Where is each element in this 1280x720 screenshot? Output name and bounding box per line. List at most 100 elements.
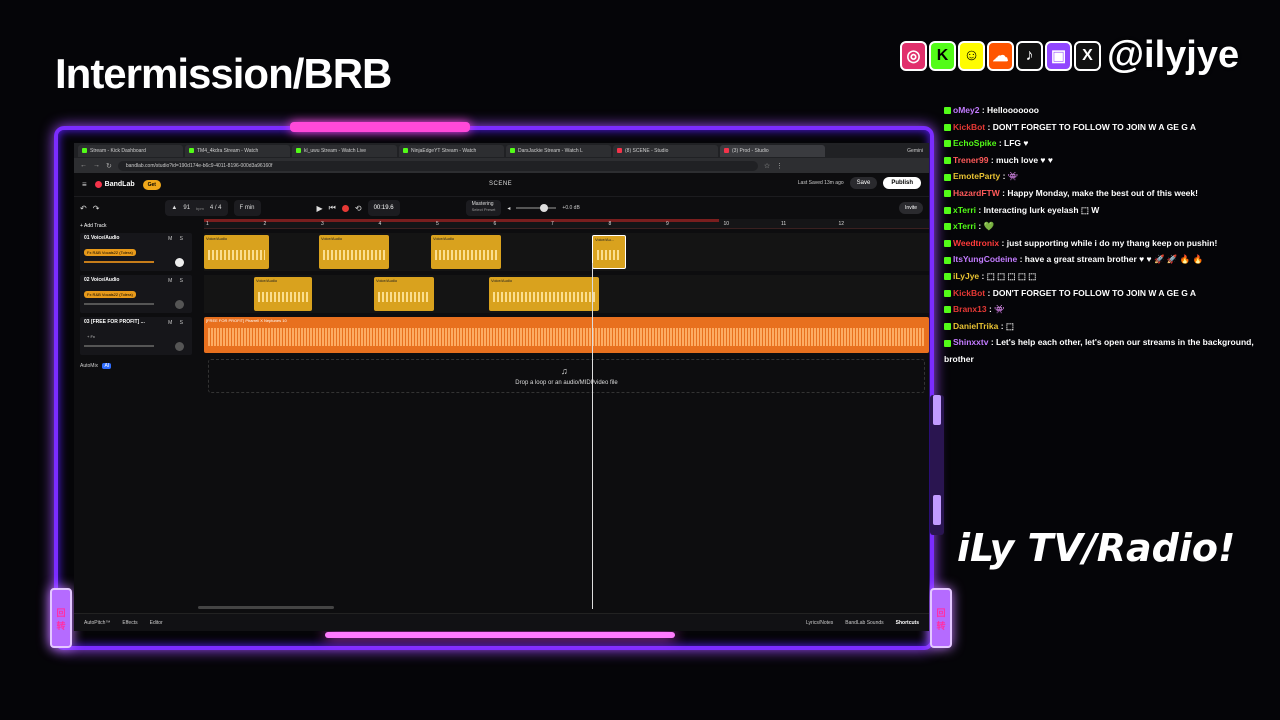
chat-message: oMey2 : Hellooooooo — [944, 102, 1274, 119]
get-membership-button[interactable]: Get — [142, 179, 161, 190]
audio-clip[interactable]: Voice/Audio — [254, 277, 312, 311]
add-track-button[interactable]: + Add Track — [80, 223, 107, 229]
track-fx-badge[interactable]: Fx R&B Vocals22 (Tolera) — [84, 249, 136, 256]
mute-solo-buttons[interactable]: M S — [168, 278, 186, 284]
ruler-tick: 1 — [206, 221, 209, 227]
audio-clip-selected[interactable]: Voice/Au... — [592, 235, 626, 269]
chat-username[interactable]: xTerri — [953, 205, 976, 215]
chat-username[interactable]: Trener99 — [953, 155, 988, 165]
chat-username[interactable]: Weedtronix — [953, 238, 999, 248]
speaker-icon[interactable]: ◂ — [507, 205, 510, 212]
chat-username[interactable]: KickBot — [953, 122, 985, 132]
track-volume-slider[interactable] — [84, 345, 154, 347]
chat-message: iLyJye : ⬚ ⬚ ⬚ ⬚ ⬚ — [944, 268, 1274, 285]
chat-username[interactable]: Shinxxtv — [953, 337, 988, 347]
track-pan-knob[interactable] — [175, 342, 184, 351]
chat-username[interactable]: iLyJye — [953, 271, 979, 281]
lyrics-notes-button[interactable]: Lyrics/Notes — [806, 620, 833, 626]
gemini-button[interactable]: Gemini — [907, 148, 923, 154]
chat-username[interactable]: HazardFTW — [953, 188, 1000, 198]
horizontal-scrollbar[interactable] — [198, 606, 334, 609]
ruler-tick: 4 — [378, 221, 382, 227]
track-lane-1[interactable]: Voice/Audio Voice/Audio Voice/Audio Voic… — [204, 233, 929, 271]
track-lane-2[interactable]: Voice/Audio Voice/Audio Voice/Audio — [204, 275, 929, 313]
reload-icon[interactable]: ↻ — [106, 162, 112, 170]
loop-icon[interactable]: ⟲ — [355, 204, 362, 213]
mute-solo-buttons[interactable]: M S — [168, 320, 186, 326]
forward-icon[interactable]: → — [93, 162, 100, 169]
bandlab-logo[interactable]: BandLab — [94, 181, 135, 188]
shortcuts-button[interactable]: Shortcuts — [896, 620, 919, 626]
timeline-ruler[interactable]: 1 2 3 4 5 6 7 8 9 10 11 12 — [204, 219, 929, 229]
chat-username[interactable]: oMey2 — [953, 105, 979, 115]
browser-tab[interactable]: kl_uwu Stream - Watch Live — [292, 144, 397, 157]
mastering-select[interactable]: Mastering Select Preset — [465, 200, 502, 216]
audio-clip[interactable]: Voice/Audio — [374, 277, 434, 311]
track-volume-slider[interactable] — [84, 261, 154, 263]
save-button[interactable]: Save — [849, 177, 878, 189]
track-header-3[interactable]: 03 [FREE FOR PROFIT] ... + Fx M S — [80, 317, 192, 355]
master-volume-knob[interactable] — [540, 204, 549, 212]
browser-tab[interactable]: (8) SCENE - Studio — [613, 144, 718, 157]
track-lane-3[interactable]: [FREE FOR PROFIT] Pharrell X Neptunes 10 — [204, 317, 929, 353]
track-header-2[interactable]: 02 Voice/Audio Fx R&B Vocals22 (Tolera) … — [80, 275, 192, 313]
rewind-icon[interactable]: ⏮ — [329, 203, 336, 213]
mute-solo-buttons[interactable]: M S — [168, 236, 186, 242]
chat-username[interactable]: xTerri — [953, 221, 976, 231]
audio-clip[interactable]: Voice/Audio — [431, 235, 501, 269]
project-name[interactable]: SCENE — [489, 181, 512, 187]
menu-icon[interactable]: ⋮ — [776, 162, 783, 170]
tempo-value[interactable]: 91 — [183, 205, 190, 211]
chat-text: : just supporting while i do my thang ke… — [1001, 237, 1218, 248]
url-field[interactable]: bandlab.com/studio?id=190d174e-b6c9-4011… — [117, 160, 758, 171]
track-pan-knob[interactable] — [175, 258, 184, 267]
undo-icon[interactable]: ↶ — [80, 204, 87, 213]
chat-username[interactable]: KickBot — [953, 288, 985, 298]
track-header-1[interactable]: 01 Voice/Audio Fx R&B Vocals22 (Tolera) … — [80, 233, 192, 271]
time-display: 00:19.6 — [367, 200, 400, 216]
browser-tab[interactable]: (3) Prod - Studio — [720, 144, 825, 157]
time-signature[interactable]: 4 / 4 — [210, 205, 222, 211]
key-value[interactable]: F min — [240, 205, 255, 211]
automix-row[interactable]: AutoMix AI — [80, 363, 112, 369]
back-icon[interactable]: ← — [80, 162, 87, 169]
chat-username[interactable]: ItsYungCodeine — [953, 254, 1017, 264]
audio-clip[interactable]: Voice/Audio — [319, 235, 389, 269]
record-icon[interactable] — [341, 204, 349, 212]
chat-username[interactable]: DanielTrika — [953, 321, 998, 331]
chat-username[interactable]: EchoSpike — [953, 138, 996, 148]
autopitch-button[interactable]: AutoPitch™ — [84, 620, 110, 626]
audio-clip-beat[interactable]: [FREE FOR PROFIT] Pharrell X Neptunes 10 — [204, 317, 929, 353]
chat-message: Trener99 : much love ♥ ♥ — [944, 152, 1274, 169]
clip-label: Voice/Audio — [321, 236, 343, 241]
track-fx-badge[interactable]: + Fx — [84, 333, 98, 340]
hamburger-icon[interactable]: ≡ — [82, 180, 87, 189]
browser-tab[interactable]: NinjaEdgeYT Stream - Watch — [399, 144, 504, 157]
master-volume-slider[interactable] — [516, 204, 557, 212]
audio-clip[interactable]: Voice/Audio — [489, 277, 599, 311]
bandlab-sounds-button[interactable]: BandLab Sounds — [845, 620, 883, 626]
browser-tab[interactable]: Stream - Kick Dashboard — [78, 144, 183, 157]
browser-tab[interactable]: DarsJackie Stream - Watch L — [506, 144, 611, 157]
track-fx-badge[interactable]: Fx R&B Vocals22 (Tolera) — [84, 291, 136, 298]
invite-button[interactable]: Invite — [899, 202, 923, 214]
metronome-icon[interactable]: ▲ — [171, 205, 177, 211]
browser-tab[interactable]: TM4_4kdra Stream - Watch — [185, 144, 290, 157]
playhead[interactable] — [592, 263, 593, 609]
effects-button[interactable]: Effects — [122, 620, 137, 626]
track-pan-knob[interactable] — [175, 300, 184, 309]
editor-button[interactable]: Editor — [150, 620, 163, 626]
drop-zone[interactable]: ♫ Drop a loop or an audio/MIDI/video fil… — [208, 359, 925, 393]
loop-region[interactable] — [204, 219, 719, 222]
track-volume-slider[interactable] — [84, 303, 154, 305]
chat-username[interactable]: EmoteParty — [953, 171, 1000, 181]
publish-button[interactable]: Publish — [883, 177, 921, 189]
tempo-pill[interactable]: ▲ 91 bpm 4 / 4 — [165, 200, 228, 216]
key-pill[interactable]: F min — [233, 200, 261, 216]
bookmark-icon[interactable]: ☆ — [764, 162, 770, 170]
kick-badge-icon — [944, 306, 951, 314]
audio-clip[interactable]: Voice/Audio — [204, 235, 269, 269]
redo-icon[interactable]: ↷ — [93, 204, 100, 213]
play-icon[interactable]: ▶ — [317, 204, 323, 213]
chat-username[interactable]: Branx13 — [953, 304, 987, 314]
